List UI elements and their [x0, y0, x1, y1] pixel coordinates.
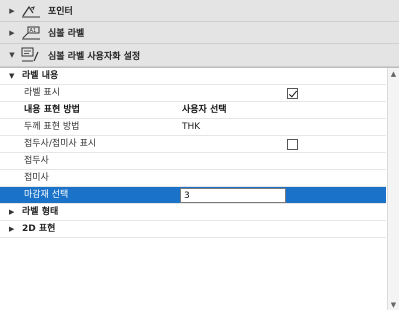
symbol-label-icon: A1 — [20, 25, 42, 41]
show-label-checkbox[interactable] — [287, 88, 298, 99]
property-name: 라벨 표시 — [24, 88, 60, 98]
section-custom-settings[interactable]: ▼ 심볼 라벨 사용자화 설정 — [0, 44, 399, 67]
property-row-prefix[interactable]: 접두사 — [0, 153, 386, 170]
expand-arrow-icon[interactable]: ▶ — [4, 7, 20, 15]
svg-text:A1: A1 — [30, 28, 37, 34]
property-row-prefix-suffix[interactable]: 접두사/접미사 표시 — [0, 136, 386, 153]
group-label-content[interactable]: ▼ 라벨 내용 — [0, 68, 386, 85]
collapse-arrow-icon[interactable]: ▼ — [9, 68, 14, 85]
vertical-scrollbar[interactable]: ▲ ▼ — [387, 68, 399, 310]
prefix-suffix-checkbox[interactable] — [287, 139, 298, 150]
property-row-finish-select[interactable]: 마감재 선택 — [0, 187, 386, 204]
group-label: 2D 표현 — [22, 224, 56, 234]
property-name: 접두사 — [24, 156, 49, 166]
property-row-content-method[interactable]: 내용 표현 방법 사용자 선택 — [0, 102, 386, 119]
pointer-icon — [20, 3, 42, 19]
property-name: 접두사/접미사 표시 — [24, 139, 97, 149]
property-value[interactable]: THK — [182, 119, 200, 136]
property-row-suffix[interactable]: 접미사 — [0, 170, 386, 187]
scroll-down-icon[interactable]: ▼ — [388, 299, 399, 310]
property-row-thickness-method[interactable]: 두께 표현 방법 THK — [0, 119, 386, 136]
property-name: 마감재 선택 — [24, 190, 69, 200]
section-label: 심볼 라벨 — [48, 29, 85, 39]
group-2d-representation[interactable]: ▶ 2D 표현 — [0, 221, 386, 238]
property-panel: ▼ 라벨 내용 라벨 표시 내용 표현 방법 사용자 선택 두께 표현 방법 T… — [0, 67, 399, 310]
group-label: 라벨 내용 — [22, 71, 59, 81]
property-name: 두께 표현 방법 — [24, 122, 80, 132]
collapse-arrow-icon[interactable]: ▼ — [4, 51, 20, 59]
property-name: 내용 표현 방법 — [24, 105, 80, 115]
expand-arrow-icon[interactable]: ▶ — [9, 204, 14, 221]
custom-settings-icon — [20, 47, 42, 63]
section-pointer[interactable]: ▶ 포인터 — [0, 0, 399, 22]
section-label: 포인터 — [48, 7, 73, 17]
property-name: 접미사 — [24, 173, 49, 183]
property-row-show-label[interactable]: 라벨 표시 — [0, 85, 386, 102]
expand-arrow-icon[interactable]: ▶ — [4, 29, 20, 37]
expand-arrow-icon[interactable]: ▶ — [9, 221, 14, 238]
property-value[interactable]: 사용자 선택 — [182, 102, 227, 119]
scroll-up-icon[interactable]: ▲ — [388, 68, 399, 80]
group-label: 라벨 형태 — [22, 207, 59, 217]
section-label: 심볼 라벨 사용자화 설정 — [48, 51, 141, 62]
finish-select-input[interactable] — [180, 188, 286, 203]
section-symbol-label[interactable]: ▶ A1 심볼 라벨 — [0, 22, 399, 44]
group-label-shape[interactable]: ▶ 라벨 형태 — [0, 204, 386, 221]
